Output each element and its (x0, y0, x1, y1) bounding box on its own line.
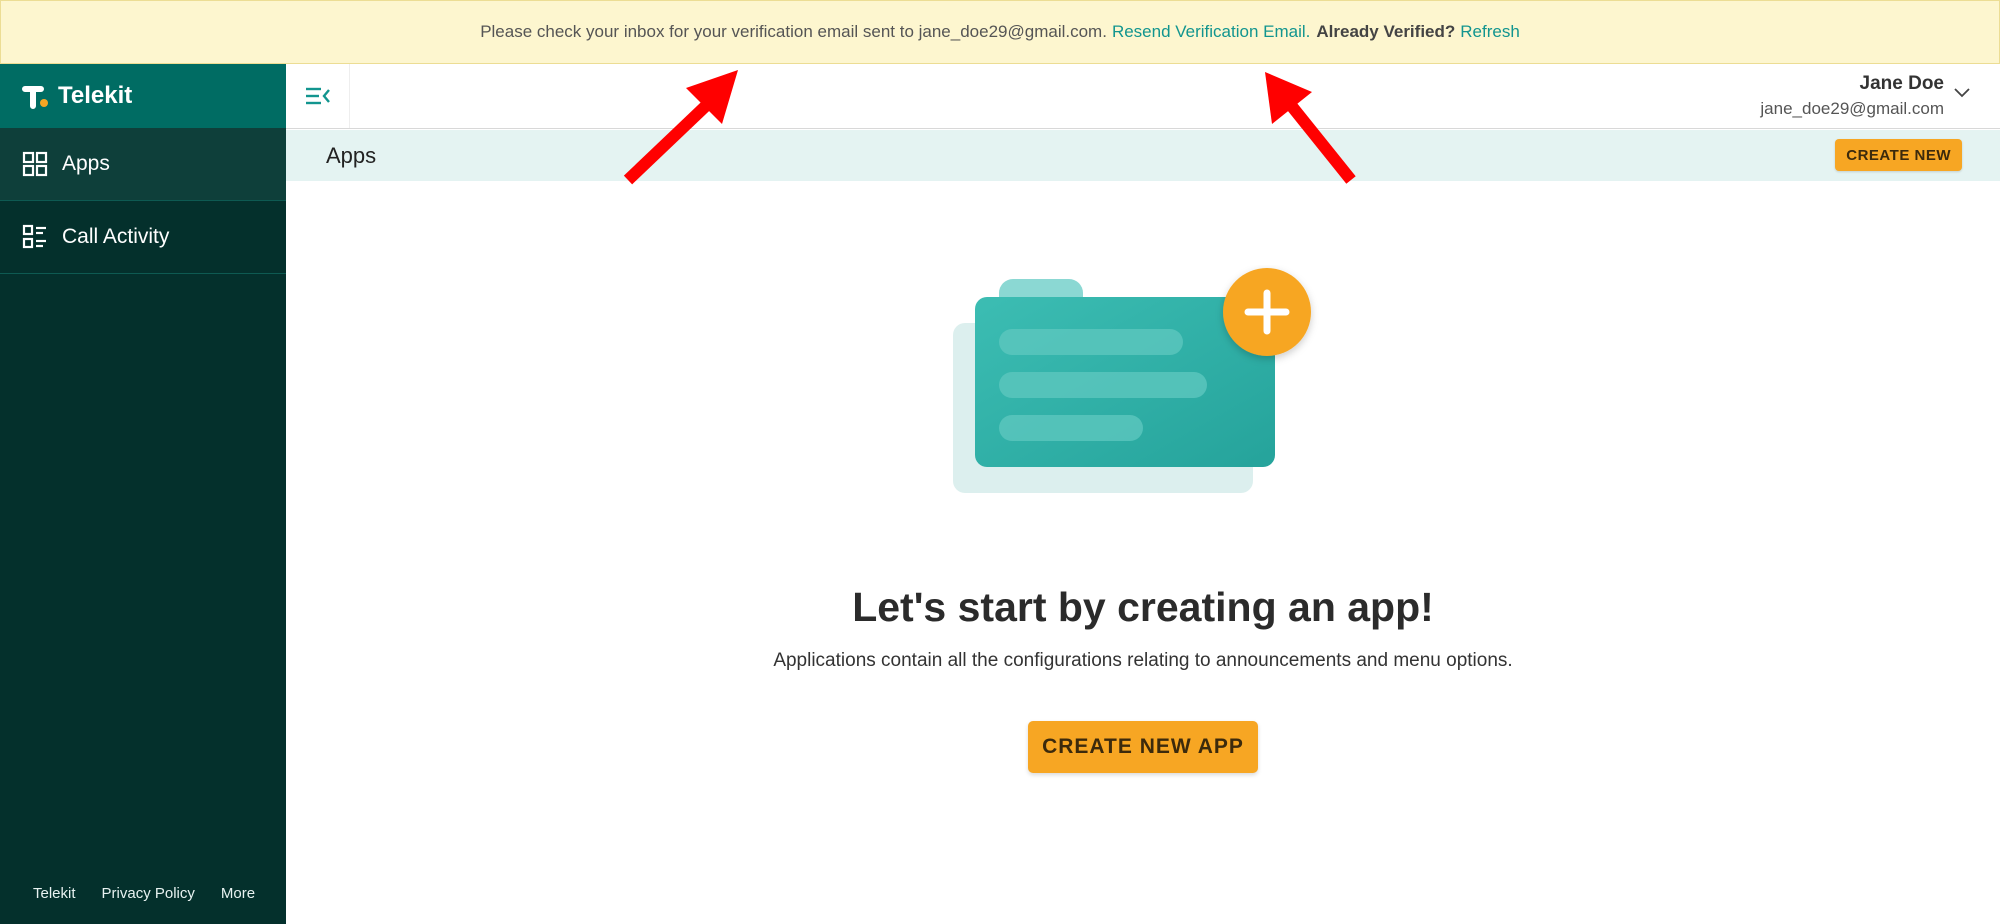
sidebar-item-label: Apps (62, 152, 110, 175)
brand-logo[interactable]: Telekit (0, 64, 286, 128)
user-email: jane_doe29@gmail.com (1760, 99, 1944, 118)
create-new-button[interactable]: CREATE NEW (1835, 139, 1962, 171)
create-new-app-button[interactable]: CREATE NEW APP (1028, 721, 1258, 773)
telekit-logo-icon (22, 86, 48, 109)
user-name: Jane Doe (1859, 73, 1944, 94)
menu-collapse-button[interactable] (286, 64, 350, 128)
chevron-down-icon[interactable] (1954, 88, 1970, 98)
brand-name: Telekit (58, 82, 133, 109)
page-header: Apps CREATE NEW (286, 130, 2000, 181)
verification-message: Please check your inbox for your verific… (480, 22, 1107, 41)
page-title: Apps (326, 142, 377, 168)
empty-state-description: Applications contain all the configurati… (773, 650, 1513, 671)
topbar: Jane Doe jane_doe29@gmail.com (286, 64, 2000, 129)
menu-collapse-icon (305, 87, 330, 105)
sidebar-item-apps[interactable]: Apps (0, 128, 286, 201)
refresh-link[interactable]: Refresh (1460, 22, 1520, 42)
verification-banner: Please check your inbox for your verific… (0, 0, 2000, 64)
empty-apps-illustration (953, 268, 1311, 493)
already-verified-label: Already Verified? (1316, 22, 1456, 41)
footer-link-privacy-policy[interactable]: Privacy Policy (102, 885, 195, 902)
user-menu[interactable]: Jane Doe jane_doe29@gmail.com (1760, 73, 1944, 119)
sidebar: Telekit Apps Call Activity Telekit Priva… (0, 64, 286, 924)
sidebar-item-label: Call Activity (62, 225, 170, 248)
footer-link-more[interactable]: More (221, 885, 255, 902)
sidebar-item-call-activity[interactable]: Call Activity (0, 201, 286, 274)
empty-state-headline: Let's start by creating an app! (852, 584, 1434, 630)
grid-icon (22, 151, 48, 177)
resend-verification-link[interactable]: Resend Verification Email. (1112, 22, 1310, 42)
sidebar-footer: Telekit Privacy Policy More (33, 885, 255, 902)
list-icon (22, 224, 46, 249)
footer-link-telekit[interactable]: Telekit (33, 885, 76, 902)
